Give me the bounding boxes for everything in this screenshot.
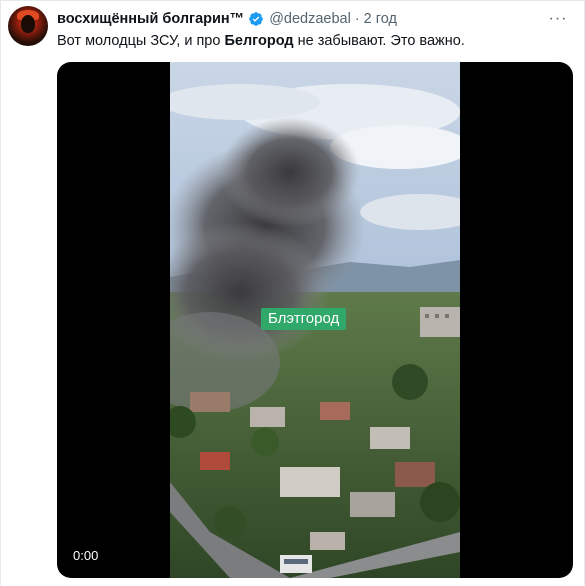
video-frame: Блэтгород bbox=[170, 62, 460, 578]
avatar[interactable] bbox=[8, 6, 48, 46]
display-name[interactable]: восхищённый болгарин™ bbox=[57, 11, 244, 27]
separator-dot: · bbox=[354, 11, 360, 27]
timestamp[interactable]: 2 год bbox=[364, 11, 397, 27]
video-time: 0:00 bbox=[73, 548, 99, 563]
location-overlay-label: Блэтгород bbox=[261, 308, 347, 330]
video-player[interactable]: Блэтгород 0:00 bbox=[57, 62, 573, 578]
tweet-text: Вот молодцы ЗСУ, и про Белгород не забыв… bbox=[57, 32, 575, 51]
tweet-text-part: не забывают. Это важно. bbox=[293, 33, 465, 49]
verified-badge-icon[interactable] bbox=[248, 11, 264, 27]
tweet-header: восхищённый болгарин™ @dedzaebal · 2 год… bbox=[57, 10, 575, 28]
tweet-text-part: Вот молодцы ЗСУ, и про bbox=[57, 33, 225, 49]
avatar-face bbox=[21, 15, 35, 33]
tweet-text-bold: Белгород bbox=[224, 33, 294, 49]
more-options-icon[interactable]: ··· bbox=[547, 8, 569, 30]
user-handle[interactable]: @dedzaebal bbox=[269, 11, 351, 27]
